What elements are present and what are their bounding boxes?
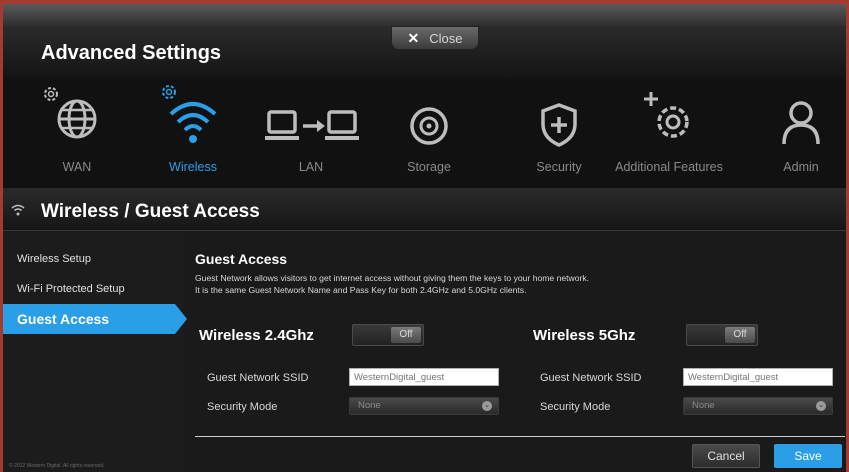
nav-item-lan[interactable]: LAN (251, 78, 371, 188)
copyright-text: © 2012 Western Digital. All rights reser… (9, 463, 105, 469)
guest-access-description: Guest Network allows visitors to get int… (195, 273, 835, 296)
top-strip (3, 4, 846, 26)
nav-item-admin[interactable]: Admin (741, 78, 846, 188)
gear-plus-icon (644, 92, 689, 138)
nav-item-wan[interactable]: WAN (17, 78, 137, 188)
nav-label-storage: Storage (407, 160, 451, 174)
close-label: Close (429, 30, 463, 46)
user-icon (782, 101, 820, 145)
nav-label-wireless: Wireless (169, 160, 217, 174)
band-5-ssid-label: Guest Network SSID (540, 372, 642, 384)
wifi-small-icon (11, 204, 25, 216)
shield-icon (541, 103, 577, 147)
select-value: None (358, 400, 381, 411)
main-content: Guest Access Guest Network allows visito… (195, 231, 846, 472)
select-value: None (692, 400, 715, 411)
band-5-security-select[interactable]: None ⌄ (683, 397, 833, 415)
guest-access-title: Guest Access (195, 251, 288, 267)
band-5-security-label: Security Mode (540, 401, 611, 413)
section-bar: Wireless / Guest Access (3, 188, 846, 231)
save-button[interactable]: Save (774, 444, 842, 468)
nav-label-lan: LAN (298, 160, 324, 174)
description-line-1: Guest Network allows visitors to get int… (195, 273, 590, 283)
band-24-ssid-input[interactable] (349, 368, 499, 386)
nav-label-admin: Admin (783, 160, 819, 174)
close-icon: ✕ (407, 29, 420, 46)
chevron-down-icon: ⌄ (482, 401, 492, 411)
band-5-title: Wireless 5Ghz (533, 327, 636, 344)
nav-item-security[interactable]: Security (499, 78, 619, 188)
band-24-title: Wireless 2.4Ghz (199, 327, 314, 344)
nav-item-wireless[interactable]: Wireless (133, 78, 253, 188)
lan-icon (265, 110, 359, 140)
band-24-security-select[interactable]: None ⌄ (349, 397, 499, 415)
band-24-ssid-label: Guest Network SSID (207, 372, 309, 384)
storage-icon (410, 107, 448, 145)
sidebar-item-label: Guest Access (17, 311, 110, 327)
nav-label-security: Security (536, 160, 582, 174)
cancel-button[interactable]: Cancel (692, 444, 760, 468)
divider (195, 436, 845, 437)
chevron-down-icon: ⌄ (816, 401, 826, 411)
toggle-knob: Off (725, 327, 755, 343)
active-arrow (175, 304, 187, 334)
section-title: Wireless / Guest Access (41, 201, 260, 222)
band-24-toggle[interactable]: Off (352, 324, 424, 346)
sidebar-item-guest-access[interactable]: Guest Access (3, 304, 187, 334)
sidebar-item-wifi-protected-setup[interactable]: Wi-Fi Protected Setup (3, 274, 183, 304)
toggle-knob: Off (391, 327, 421, 343)
app-window: Advanced Settings ✕ Close WAN Wireless L… (0, 0, 849, 472)
globe-icon (57, 99, 97, 139)
band-5-ssid-input[interactable] (683, 368, 833, 386)
settings-nav: WAN Wireless LAN Storage Security Additi… (3, 78, 846, 188)
description-line-2: It is the same Guest Network Name and Pa… (195, 284, 527, 295)
page-title: Advanced Settings (41, 42, 222, 64)
sidebar: Wireless Setup Wi-Fi Protected Setup Gue… (3, 231, 187, 472)
nav-item-additional-features[interactable]: Additional Features (609, 78, 729, 188)
close-button[interactable]: ✕ Close (391, 26, 479, 50)
nav-label-additional-features: Additional Features (615, 160, 723, 174)
band-24-security-label: Security Mode (207, 401, 278, 413)
wifi-icon (169, 102, 217, 143)
band-5-toggle[interactable]: Off (686, 324, 758, 346)
nav-item-storage[interactable]: Storage (369, 78, 489, 188)
sidebar-item-wireless-setup[interactable]: Wireless Setup (3, 244, 183, 274)
nav-label-wan: WAN (62, 160, 92, 174)
